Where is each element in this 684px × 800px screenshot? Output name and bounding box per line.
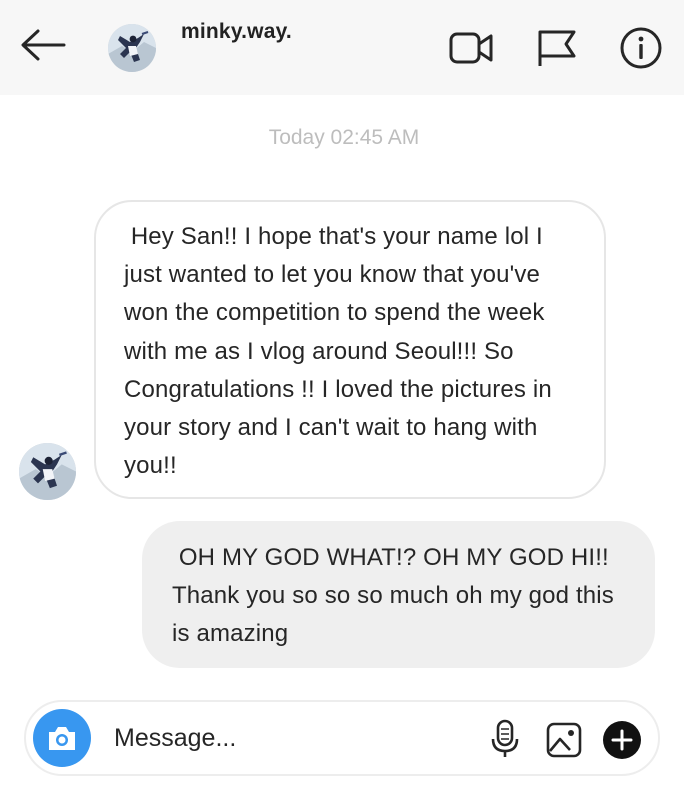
message-timestamp: Today 02:45 AM — [268, 126, 420, 149]
camera-button[interactable] — [33, 709, 91, 767]
plus-icon[interactable] — [601, 719, 643, 761]
gallery-icon[interactable] — [544, 720, 584, 760]
microphone-icon[interactable] — [488, 719, 522, 759]
sender-avatar[interactable] — [19, 443, 76, 500]
outgoing-message-bubble[interactable]: OH MY GOD WHAT!? OH MY GOD HI!! Thank yo… — [142, 521, 655, 668]
incoming-message-bubble[interactable]: Hey San!! I hope that's your name lol I … — [94, 200, 606, 499]
back-arrow-icon[interactable] — [18, 26, 68, 66]
message-composer — [24, 700, 660, 776]
message-input[interactable] — [114, 720, 454, 756]
chat-username[interactable]: minky.way. — [181, 20, 292, 44]
chat-header: minky.way. — [0, 0, 684, 95]
avatar[interactable] — [108, 24, 156, 72]
video-call-icon[interactable] — [448, 26, 494, 70]
flag-icon[interactable] — [534, 26, 580, 70]
info-icon[interactable] — [618, 26, 664, 70]
camera-icon — [49, 727, 75, 750]
